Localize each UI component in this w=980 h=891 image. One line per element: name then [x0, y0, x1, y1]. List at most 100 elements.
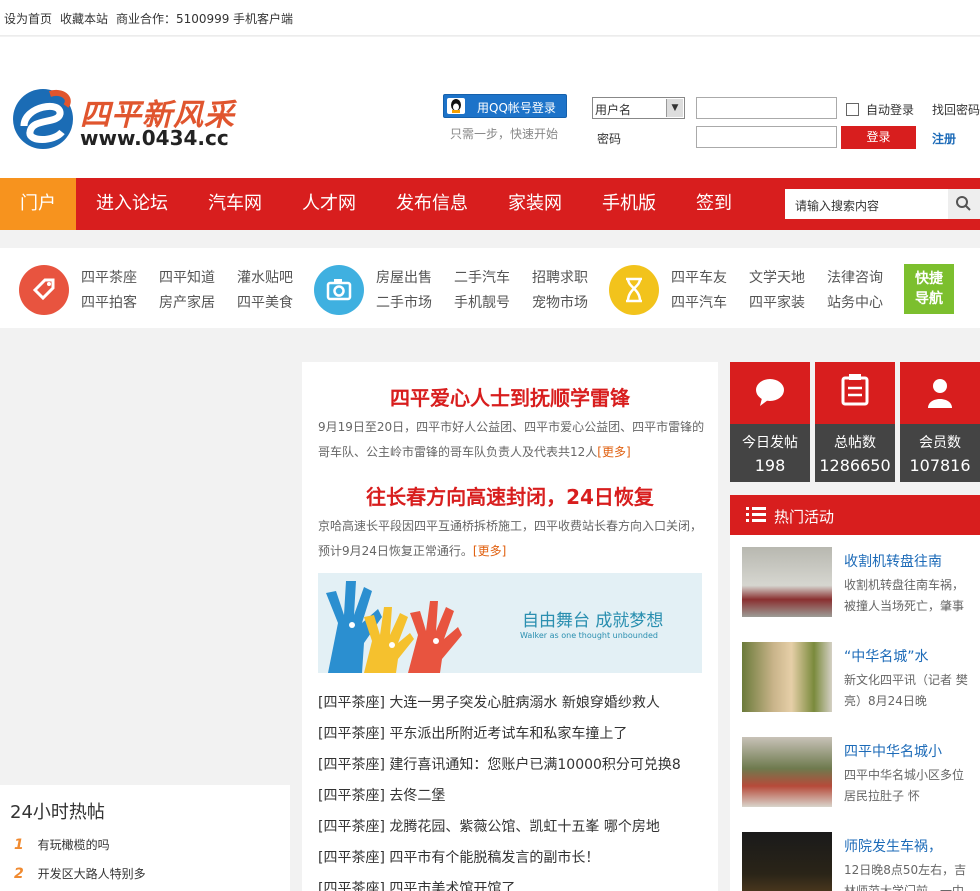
search-button[interactable] — [948, 189, 980, 219]
quick-link[interactable]: 法律咨询 — [827, 267, 883, 287]
quick-link[interactable]: 房屋出售 — [376, 267, 432, 287]
quick-link[interactable]: 灌水贴吧 — [237, 267, 293, 287]
quick-link[interactable]: 二手汽车 — [454, 267, 510, 287]
headline-summary: 京哈高速长平段因四平互通桥拆桥施工，四平收费站长春方向入口关闭，预计9月24日恢… — [318, 519, 703, 558]
quick-nav-button[interactable]: 快捷 导航 — [904, 264, 954, 314]
stat-label: 今日发帖 — [742, 435, 798, 451]
stat-value: 107816 — [909, 456, 971, 475]
nav-checkin[interactable]: 签到 — [696, 178, 732, 230]
business-link[interactable]: 商业合作：5100999 — [116, 10, 229, 27]
quick-link[interactable]: 四平车友 — [671, 267, 727, 287]
activity-desc: 新文化四平讯（记者 樊亮）8月24日晚 — [844, 673, 968, 708]
list-item[interactable]: [四平茶座] 建行喜讯通知：您账户已满10000积分可兑换8 — [318, 754, 681, 774]
quick-link[interactable]: 招聘求职 — [532, 267, 588, 287]
activity-desc: 四平中华名城小区多位居民拉肚子 怀 — [844, 768, 965, 803]
activity-thumbnail[interactable] — [742, 547, 832, 617]
headline[interactable]: 往长春方向高速封闭，24日恢复 — [302, 481, 718, 510]
quick-link[interactable]: 二手市场 — [376, 292, 432, 312]
quick-link[interactable]: 四平知道 — [159, 267, 215, 287]
post-title: 开发区大路人特别多 — [37, 867, 146, 881]
banner-image[interactable]: 自由舞台 成就梦想 Walker as one thought unbounde… — [318, 573, 702, 673]
list-item[interactable]: [四平茶座] 去佟二堡 — [318, 785, 445, 805]
nav-auto[interactable]: 汽车网 — [208, 178, 262, 230]
activity-title[interactable]: 收割机转盘往南 — [844, 551, 942, 571]
list-item[interactable]: [四平茶座] 四平市有个能脱稿发言的副市长！ — [318, 847, 599, 867]
tag-icon — [19, 265, 69, 315]
quick-link[interactable]: 文学天地 — [749, 267, 805, 287]
username-type-select[interactable]: 用户名 ▼ — [592, 97, 685, 119]
activity-thumbnail[interactable] — [742, 737, 832, 807]
news-panel: 四平爱心人士到抚顺学雷锋 9月19日至20日，四平市好人公益团、四平市爱心公益团… — [302, 362, 718, 891]
banner-subtitle: Walker as one thought unbounded — [520, 631, 658, 640]
more-link[interactable]: [更多] — [597, 445, 630, 459]
post-title: 有玩橄榄的吗 — [37, 838, 110, 852]
username-type-value: 用户名 — [595, 103, 632, 117]
password-input[interactable] — [696, 126, 837, 148]
list-item[interactable]: [四平茶座] 四平市美术馆开馆了 — [318, 878, 515, 891]
activity-title[interactable]: “中华名城”水 — [844, 646, 929, 666]
qq-login-button[interactable]: 用QQ帐号登录 — [443, 94, 567, 118]
search-icon — [956, 196, 971, 211]
nav-forum[interactable]: 进入论坛 — [96, 178, 168, 230]
header: 四平新风采 www.0434.cc 用QQ帐号登录 只需一步，快速开始 用户名 … — [0, 37, 980, 178]
activity-title[interactable]: 四平中华名城小 — [844, 741, 942, 761]
mobile-client-link[interactable]: 手机客户端 — [233, 10, 293, 27]
quick-nav-label-1: 快捷 — [915, 271, 943, 287]
quick-link[interactable]: 手机靓号 — [454, 292, 510, 312]
stat-label: 会员数 — [919, 435, 961, 451]
site-logo[interactable]: 四平新风采 www.0434.cc — [10, 86, 255, 154]
search-input[interactable]: 请输入搜索内容 — [795, 197, 879, 214]
login-button[interactable]: 登录 — [841, 126, 916, 149]
stat-total-posts: 总帖数 1286650 — [815, 362, 895, 482]
quick-link[interactable]: 站务中心 — [827, 292, 883, 312]
set-homepage-link[interactable]: 设为首页 — [4, 10, 52, 27]
stat-value: 198 — [754, 456, 786, 475]
quick-link[interactable]: 四平汽车 — [671, 292, 727, 312]
username-input[interactable] — [696, 97, 837, 119]
auto-login-checkbox[interactable] — [846, 103, 859, 116]
rank-number: 1 — [14, 837, 24, 853]
qq-login-label: 用QQ帐号登录 — [477, 101, 556, 115]
password-label: 密码 — [597, 132, 622, 146]
quick-link[interactable]: 四平茶座 — [81, 267, 137, 287]
bookmark-link[interactable]: 收藏本站 — [60, 10, 108, 27]
nav-home-decor[interactable]: 家装网 — [508, 178, 562, 230]
quick-link[interactable]: 四平家装 — [749, 292, 805, 312]
rank-number: 2 — [14, 866, 24, 882]
activity-title[interactable]: 师院发生车祸， — [844, 836, 942, 856]
find-password-link[interactable]: 找回密码 — [932, 101, 980, 118]
nav-mobile[interactable]: 手机版 — [602, 178, 656, 230]
headline[interactable]: 四平爱心人士到抚顺学雷锋 — [302, 382, 718, 411]
nav-post-info[interactable]: 发布信息 — [396, 178, 468, 230]
clipboard-icon — [841, 374, 869, 406]
auto-login-label: 自动登录 — [866, 103, 915, 117]
stat-members: 会员数 107816 — [900, 362, 980, 482]
quick-link[interactable]: 房产家居 — [159, 292, 215, 312]
more-link[interactable]: [更多] — [473, 544, 506, 558]
quick-links: 四平茶座 四平知道 灌水贴吧 四平拍客 房产家居 四平美食 房屋出售 二手汽车 … — [0, 248, 980, 328]
headline-summary: 9月19日至20日，四平市好人公益团、四平市爱心公益团、四平市雷锋的哥车队、公主… — [318, 420, 705, 459]
search-box[interactable]: 请输入搜索内容 — [785, 189, 980, 219]
list-item[interactable]: 2 开发区大路人特别多 — [14, 865, 146, 882]
nav-jobs[interactable]: 人才网 — [302, 178, 356, 230]
chevron-down-icon: ▼ — [666, 99, 683, 117]
activity-desc: 12日晚8点50左右，吉林师范大学门前，一中 — [844, 863, 967, 891]
quick-nav-label-2: 导航 — [915, 291, 943, 307]
top-bar: 设为首页 收藏本站 商业合作：5100999 手机客户端 — [0, 0, 980, 36]
register-link[interactable]: 注册 — [932, 130, 956, 147]
list-item[interactable]: [四平茶座] 平东派出所附近考试车和私家车撞上了 — [318, 723, 627, 743]
quick-link[interactable]: 宠物市场 — [532, 292, 588, 312]
list-item[interactable]: [四平茶座] 龙腾花园、紫薇公馆、凯虹十五峯 哪个房地 — [318, 816, 660, 836]
list-item[interactable]: 1 有玩橄榄的吗 — [14, 836, 110, 853]
qq-penguin-icon — [447, 98, 465, 114]
nav-portal[interactable]: 门户 — [0, 178, 76, 230]
quick-link[interactable]: 四平拍客 — [81, 292, 137, 312]
logo-swirl-icon — [13, 89, 73, 149]
hot-posts-panel: 24小时热帖 1 有玩橄榄的吗 2 开发区大路人特别多 — [0, 785, 290, 891]
activity-thumbnail[interactable] — [742, 832, 832, 891]
logo-url: www.0434.cc — [80, 126, 229, 150]
activity-thumbnail[interactable] — [742, 642, 832, 712]
list-item[interactable]: [四平茶座] 大连一男子突发心脏病溺水 新娘穿婚纱救人 — [318, 692, 660, 712]
hands-illustration — [326, 581, 462, 673]
quick-link[interactable]: 四平美食 — [237, 292, 293, 312]
